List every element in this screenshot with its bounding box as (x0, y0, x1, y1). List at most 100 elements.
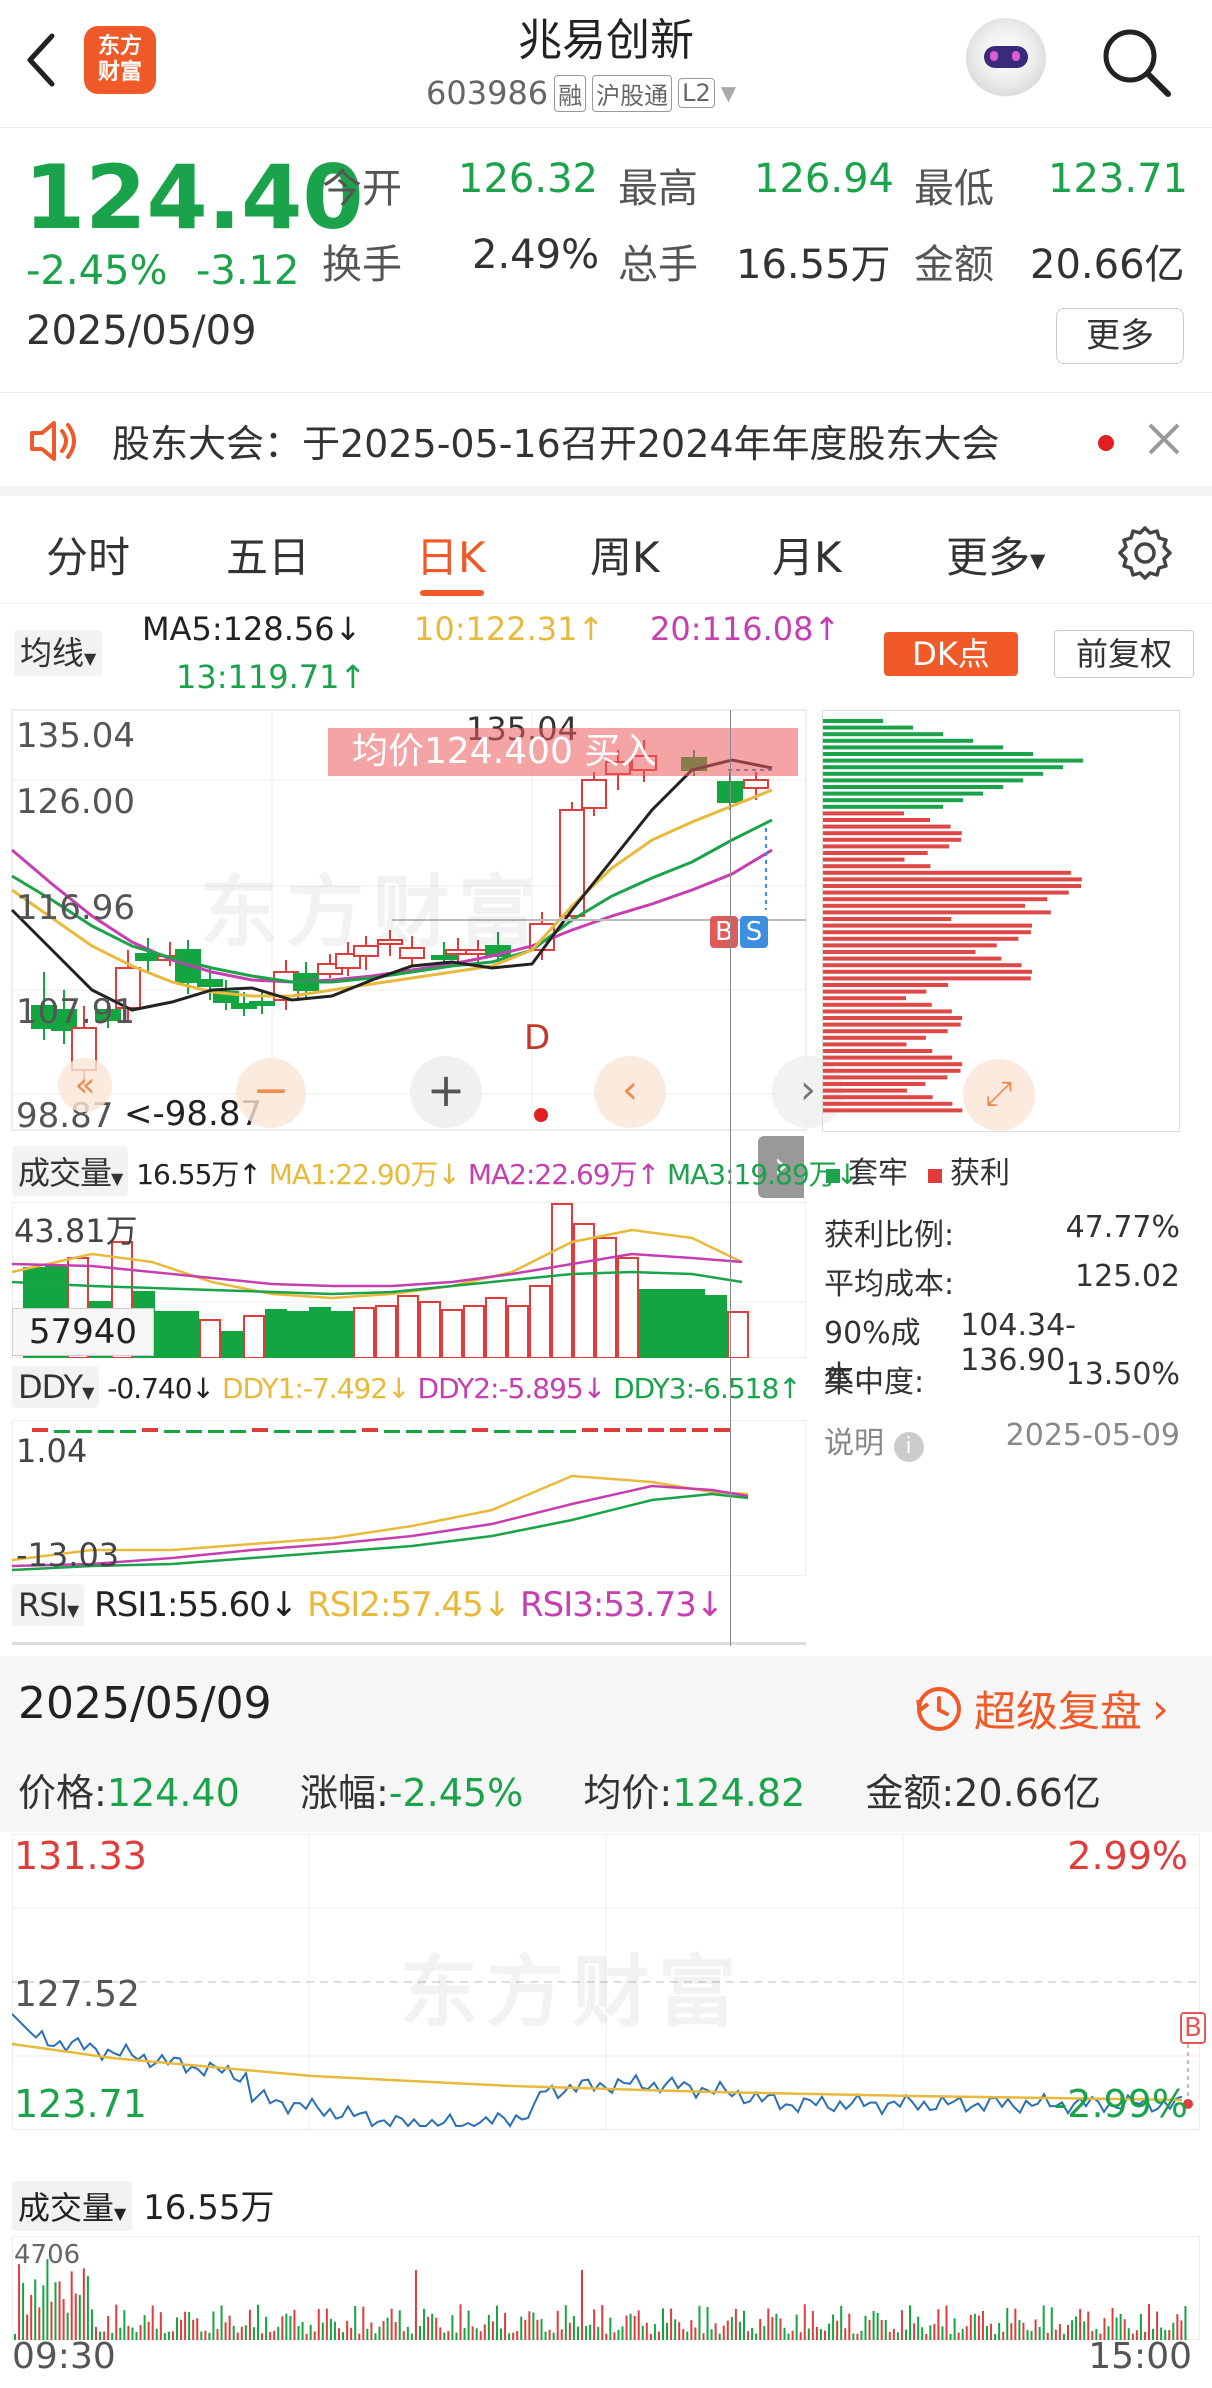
more-button[interactable]: 更多 (1056, 308, 1184, 364)
ddy-selector[interactable]: DDY▼ (12, 1366, 100, 1408)
scroll-left-button[interactable]: « (58, 1058, 112, 1112)
ma-selector[interactable]: 均线▼ (14, 630, 103, 676)
intraday-vol-bar (807, 2328, 810, 2340)
kline-y-label-2: 116.96 (16, 888, 135, 928)
chip-bar (823, 1101, 953, 1106)
volume-selector[interactable]: 成交量▼ (12, 1146, 129, 1196)
chip-bar (823, 983, 949, 987)
intraday-vol-bar (86, 2276, 89, 2340)
dk-point-button[interactable]: DK点 (884, 632, 1018, 676)
tab-yuek[interactable]: 月K (772, 524, 842, 585)
intraday-volume-chart[interactable]: 4706 (12, 2236, 1200, 2340)
ddy-chart[interactable]: 1.04 -13.03 (12, 1420, 806, 1576)
intraday-volume-selector[interactable]: 成交量▼ (12, 2181, 133, 2231)
stock-code: 603986 (426, 74, 549, 112)
intraday-vol-bar (524, 2319, 527, 2340)
tab-rik[interactable]: 日K (416, 524, 486, 585)
period-tabs: 分时 五日 日K 周K 月K 更多▼ (0, 500, 1212, 604)
intraday-vol-bar (293, 2309, 296, 2340)
ma13-value: 13:119.71↑ (176, 658, 367, 696)
intraday-vol-bar (645, 2322, 648, 2340)
intraday-vol-bar (358, 2333, 361, 2340)
chip-bar (823, 884, 1082, 888)
intraday-vol-bar (30, 2294, 33, 2340)
intraday-vol-bar (78, 2294, 81, 2340)
ddy-bar (98, 1430, 114, 1433)
d-marker: D (524, 1018, 551, 1058)
intraday-vol-bar (905, 2329, 907, 2340)
intraday-vol-bar (755, 2333, 758, 2340)
ddy-y-top: 1.04 (16, 1432, 88, 1470)
search-icon[interactable] (1096, 22, 1176, 102)
intraday-vol-bar (629, 2313, 632, 2340)
tab-zhouk[interactable]: 周K (590, 524, 660, 585)
tab-wuri[interactable]: 五日 (226, 524, 310, 585)
intraday-vol-bar (714, 2323, 717, 2340)
intraday-vol-bar (370, 2322, 373, 2340)
intraday-vol-bar (508, 2333, 511, 2340)
rsi-selector[interactable]: RSI▼ (12, 1584, 85, 1626)
intraday-vol-bar (544, 2331, 547, 2340)
intraday-vol-bar (204, 2330, 207, 2340)
field-volume-value: 16.55万 (736, 242, 891, 288)
intraday-vol-bar (463, 2328, 466, 2340)
intraday-vol-bar (1062, 2333, 1065, 2340)
chip-bar (823, 1035, 926, 1040)
intraday-vol-bar (759, 2319, 762, 2340)
field-open-value: 126.32 (458, 156, 598, 202)
intraday-vol-bar (994, 2333, 997, 2340)
chip-fullscreen-button[interactable]: ⤢ (963, 1059, 1035, 1131)
chip-bar (823, 752, 1033, 756)
stock-code-row[interactable]: 603986 融 沪股通 L2 ▼ (426, 72, 736, 114)
ddy-bar (582, 1428, 598, 1432)
volume-bar (727, 1311, 749, 1358)
chip-bar (823, 758, 1083, 763)
chip-bar (823, 811, 905, 816)
volume-chart[interactable]: 43.81万 57940 (12, 1202, 806, 1358)
tab-fenshi[interactable]: 分时 (46, 524, 130, 585)
ddy-bar (362, 1428, 378, 1432)
ddy-bar (472, 1428, 488, 1432)
close-icon[interactable] (1144, 419, 1184, 459)
intraday-vol-bar (718, 2333, 721, 2340)
chip-bar (823, 897, 1048, 902)
step-left-button[interactable]: ‹ (594, 1056, 666, 1128)
robot-assistant-icon[interactable] (966, 18, 1046, 98)
back-icon[interactable] (20, 28, 64, 92)
intraday-vol-bar (309, 2324, 312, 2340)
intraday-vol-bar (678, 2322, 681, 2340)
intraday-vol-bar (1018, 2320, 1021, 2340)
candle-body (135, 953, 161, 961)
intraday-pct-top: 2.99% (1067, 1834, 1188, 1878)
intraday-vol-bar (410, 2333, 413, 2340)
intraday-vol-bar (244, 2325, 247, 2340)
candle-body (581, 779, 607, 809)
intraday-vol-bar (1022, 2322, 1025, 2340)
chip-distribution-chart[interactable]: ⤢ (822, 710, 1180, 1132)
zoom-in-button[interactable]: + (410, 1056, 482, 1128)
intraday-vol-bar (1083, 2321, 1086, 2340)
chip-bar (823, 923, 1032, 928)
ddy-bar (428, 1430, 444, 1433)
notice-bar[interactable]: 股东大会：于2025-05-16召开2024年年度股东大会 (0, 392, 1212, 496)
intraday-vol-bar (516, 2331, 519, 2340)
volume-bar (683, 1289, 705, 1358)
intraday-vol-bar (301, 2321, 304, 2340)
super-replay-button[interactable]: 超级复盘 › (914, 1678, 1169, 1739)
chip-bar (823, 1042, 907, 1047)
intraday-vol-bar (710, 2329, 713, 2340)
intraday-vol-bar (597, 2326, 600, 2340)
intraday-vol-bar (986, 2326, 988, 2340)
tab-more[interactable]: 更多▼ (946, 524, 1045, 585)
intraday-vol-bar (74, 2293, 77, 2340)
intraday-vol-bar (366, 2328, 369, 2340)
intraday-vol-bar (265, 2316, 268, 2340)
adjust-price-button[interactable]: 前复权 (1054, 630, 1194, 678)
chip-bar (823, 837, 962, 842)
zoom-out-button[interactable]: − (236, 1058, 306, 1128)
intraday-vol-bar (220, 2305, 223, 2340)
settings-gear-icon[interactable] (1116, 524, 1174, 582)
intraday-vol-bar (613, 2332, 616, 2340)
chip-note-row[interactable]: 说明 i 2025-05-09 (824, 1418, 1180, 1462)
intraday-vol-bar (232, 2325, 235, 2340)
